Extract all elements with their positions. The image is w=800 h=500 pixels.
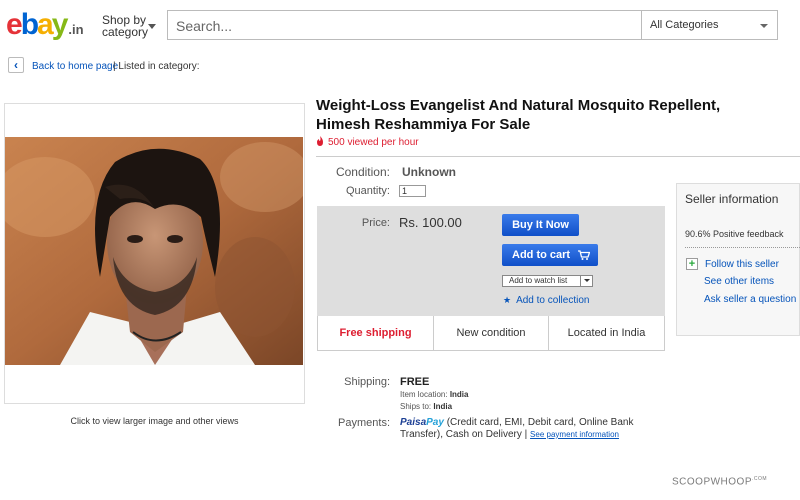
- ships-to: Ships to: India: [400, 402, 452, 411]
- price-label: Price:: [361, 217, 390, 229]
- paisapay-logo: PaisaPay: [400, 417, 444, 428]
- item-location-label: Item location:: [400, 390, 448, 399]
- see-payment-info-link[interactable]: See payment information: [530, 430, 619, 439]
- add-to-cart-button[interactable]: Add to cart: [502, 244, 598, 266]
- add-to-collection-label: Add to collection: [516, 295, 590, 306]
- add-to-watch-list-button[interactable]: Add to watch list: [502, 275, 593, 287]
- cart-icon: [578, 250, 590, 260]
- star-icon: ★: [503, 295, 512, 305]
- fire-icon: [317, 136, 323, 146]
- product-image[interactable]: [5, 137, 303, 365]
- add-to-collection-link[interactable]: ★ Add to collection: [503, 295, 589, 306]
- back-to-home-link[interactable]: Back to home page: [32, 61, 118, 72]
- logo-suffix: .in: [68, 22, 84, 37]
- category-label: category: [102, 25, 149, 39]
- category-select[interactable]: All Categories: [641, 10, 778, 40]
- feature-free-shipping: Free shipping: [317, 316, 434, 351]
- condition-label: Condition:: [335, 165, 390, 179]
- divider: [685, 247, 800, 248]
- item-location-value: India: [449, 390, 469, 399]
- chevron-down-icon: [148, 24, 156, 29]
- divider: [316, 156, 800, 157]
- item-location: Item location: India: [400, 390, 468, 399]
- ebay-logo[interactable]: ebay .in: [6, 8, 84, 47]
- logo-letter-e: e: [6, 8, 23, 41]
- add-to-cart-label: Add to cart: [512, 249, 571, 261]
- chevron-down-icon[interactable]: [580, 276, 592, 286]
- quantity-label: Quantity:: [345, 185, 390, 197]
- category-select-value: All Categories: [650, 19, 719, 31]
- buy-it-now-button[interactable]: Buy It Now: [502, 214, 579, 236]
- viewed-text: 500 viewed per hour: [328, 137, 419, 148]
- condition-value: Unknown: [402, 165, 456, 179]
- viewed-badge: 500 viewed per hour: [316, 136, 419, 148]
- plus-icon[interactable]: +: [686, 258, 698, 270]
- listed-in-category: | Listed in category:: [113, 61, 200, 72]
- image-caption[interactable]: Click to view larger image and other vie…: [4, 416, 305, 426]
- search-input[interactable]: Search...: [167, 10, 641, 40]
- logo-letter-a: a: [37, 8, 54, 41]
- payments-label: Payments:: [338, 417, 390, 429]
- seller-feedback: 90.6% Positive feedback: [685, 229, 784, 239]
- seller-info-title: Seller information: [685, 192, 779, 206]
- watermark-suffix: .COM: [752, 476, 768, 482]
- price-value: Rs. 100.00: [399, 215, 462, 230]
- watch-list-label: Add to watch list: [509, 276, 568, 285]
- feature-location: Located in India: [548, 316, 665, 351]
- see-other-items-link[interactable]: See other items: [704, 276, 774, 287]
- logo-letter-b: b: [20, 8, 39, 41]
- follow-seller-link[interactable]: Follow this seller: [705, 259, 779, 270]
- ships-to-value: India: [433, 402, 453, 411]
- logo-letter-y: y: [51, 8, 69, 41]
- watermark-text: SCOOPWHOOP: [672, 476, 753, 488]
- back-arrow-icon[interactable]: ‹: [8, 57, 24, 73]
- ask-seller-link[interactable]: Ask seller a question: [704, 294, 796, 305]
- pay-text: Pay: [426, 417, 444, 428]
- listing-title: Weight-Loss Evangelist And Natural Mosqu…: [316, 97, 721, 133]
- watermark: SCOOPWHOOP.COM: [672, 476, 767, 487]
- shop-by-category-button[interactable]: Shop by category: [102, 14, 156, 39]
- ships-to-label: Ships to:: [400, 402, 432, 411]
- payments-text: PaisaPay (Credit card, EMI, Debit card, …: [400, 417, 640, 441]
- paisa-text: Paisa: [400, 417, 427, 428]
- chevron-down-icon: [760, 24, 768, 28]
- shipping-label: Shipping:: [344, 376, 390, 388]
- shipping-value: FREE: [400, 376, 430, 388]
- quantity-input[interactable]: 1: [399, 185, 426, 197]
- feature-new-condition: New condition: [433, 316, 549, 351]
